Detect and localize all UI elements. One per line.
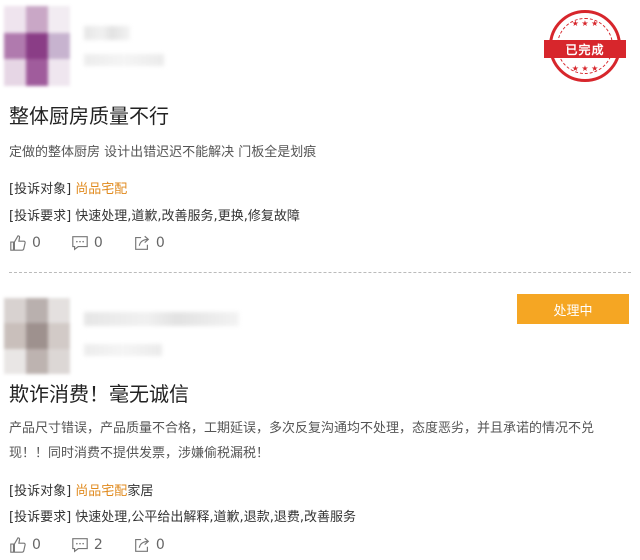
complaint-title[interactable]: 整体厨房质量不行 <box>9 100 169 129</box>
comment-count: 0 <box>93 235 103 251</box>
star-icon: ★ ★ ★ <box>571 19 599 28</box>
complaint-description: 产品尺寸错误，产品质量不合格，工期延误，多次反复沟通均不处理，态度恶劣，并且承诺… <box>9 421 595 461</box>
complaint-target: [投诉对象] 尚品宅配家居 <box>9 480 153 499</box>
avatar[interactable] <box>4 6 70 86</box>
comment-button[interactable]: 0 <box>71 234 103 252</box>
share-button[interactable]: 0 <box>133 234 165 252</box>
comment-count: 2 <box>93 537 103 553</box>
user-name-blurred <box>84 312 239 326</box>
like-button[interactable]: 0 <box>9 536 41 554</box>
request-key: [投诉要求] <box>9 209 72 224</box>
comment-icon <box>72 538 88 553</box>
like-count: 0 <box>32 235 41 251</box>
complaint-card[interactable]: ★ ★ ★ 已完成 ★ ★ ★ 整体厨房质量不行 定做的整体厨房 设计出错迟迟不… <box>0 0 640 268</box>
thumbs-up-icon <box>10 235 26 251</box>
card-divider <box>9 272 631 273</box>
like-button[interactable]: 0 <box>9 234 41 252</box>
star-icon: ★ ★ ★ <box>571 64 599 73</box>
share-button[interactable]: 0 <box>133 536 165 554</box>
status-badge: 处理中 <box>517 294 629 324</box>
complaint-target: [投诉对象] 尚品宅配 <box>9 178 127 197</box>
user-name-blurred <box>84 26 130 40</box>
share-count: 0 <box>155 235 165 251</box>
complaint-title[interactable]: 欺诈消费！毫无诚信 <box>9 378 189 407</box>
target-key: [投诉对象] <box>9 484 72 499</box>
share-icon <box>134 235 150 250</box>
complaint-card[interactable]: 处理中 欺诈消费！毫无诚信 产品尺寸错误，产品质量不合格，工期延误，多次反复沟通… <box>0 278 640 560</box>
like-count: 0 <box>32 537 41 553</box>
share-count: 0 <box>155 537 165 553</box>
target-link[interactable]: 尚品宅配 <box>75 182 127 197</box>
complaint-description: 定做的整体厨房 设计出错迟迟不能解决 门板全是划痕 <box>9 145 317 160</box>
complaint-request: [投诉要求] 快速处理,道歉,改善服务,更换,修复故障 <box>9 205 300 224</box>
complaint-request: [投诉要求] 快速处理,公平给出解释,道歉,退款,退费,改善服务 <box>9 506 356 525</box>
share-icon <box>134 537 150 552</box>
status-label: 已完成 <box>565 42 605 57</box>
action-bar: 0 0 0 <box>9 234 195 252</box>
comment-icon <box>72 236 88 251</box>
comment-button[interactable]: 2 <box>71 536 103 554</box>
target-suffix: 家居 <box>127 484 154 499</box>
thumbs-up-icon <box>10 537 26 553</box>
user-info-blurred <box>84 344 162 356</box>
action-bar: 0 2 0 <box>9 536 195 554</box>
target-link[interactable]: 尚品宅配 <box>75 484 127 499</box>
user-info-blurred <box>84 54 164 66</box>
request-value: 快速处理,道歉,改善服务,更换,修复故障 <box>75 209 300 224</box>
request-key: [投诉要求] <box>9 510 72 525</box>
request-value: 快速处理,公平给出解释,道歉,退款,退费,改善服务 <box>75 510 356 525</box>
target-key: [投诉对象] <box>9 182 72 197</box>
status-stamp: ★ ★ ★ 已完成 ★ ★ ★ <box>544 10 626 82</box>
avatar[interactable] <box>4 298 70 374</box>
